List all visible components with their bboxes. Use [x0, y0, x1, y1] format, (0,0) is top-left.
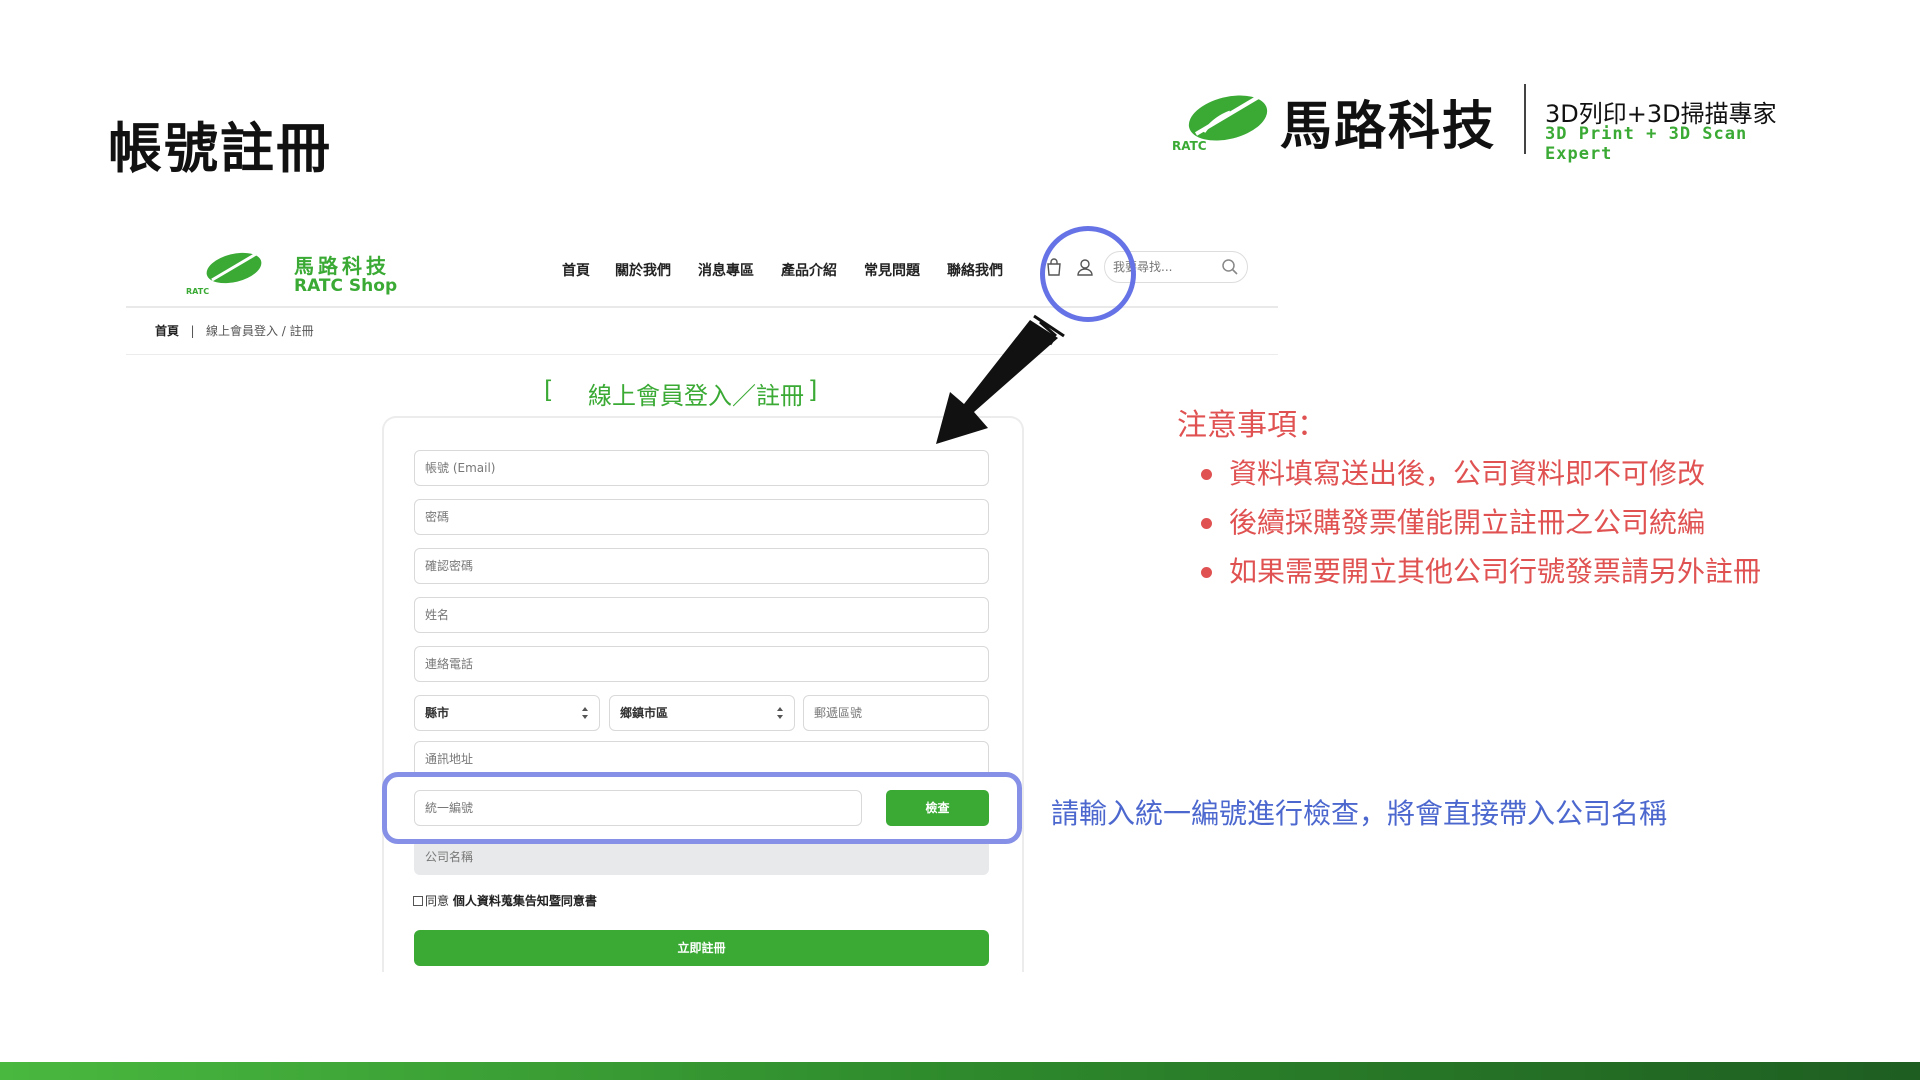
note-text: 後續採購發票僅能開立註冊之公司統編: [1229, 506, 1706, 539]
consent-row: 同意 個人資料蒐集告知暨同意書: [413, 892, 597, 909]
note-text: 如果需要開立其他公司行號發票請另外註冊: [1229, 555, 1762, 588]
select-arrows-icon: [582, 707, 588, 719]
form-title-bracket-open: [: [544, 376, 554, 404]
breadcrumb-current: 線上會員登入 / 註冊: [205, 324, 314, 338]
search-icon[interactable]: [1221, 258, 1239, 276]
breadcrumb: 首頁 | 線上會員登入 / 註冊: [155, 322, 314, 339]
note-text: 資料填寫送出後，公司資料即不可修改: [1229, 457, 1706, 490]
nav-about[interactable]: 關於我們: [615, 260, 671, 280]
brand-divider: [1524, 84, 1526, 154]
tax-id-tip: 請輸入統一編號進行檢查，將會直接帶入公司名稱: [1051, 797, 1668, 830]
note-item: 後續採購發票僅能開立註冊之公司統編: [1177, 505, 1877, 554]
nav-contact[interactable]: 聯絡我們: [947, 260, 1003, 280]
district-select[interactable]: 鄉鎮市區: [609, 695, 795, 731]
form-title-bracket-close: ]: [808, 376, 818, 404]
leaf-logo-icon: RATC: [1172, 94, 1268, 153]
email-field[interactable]: [414, 450, 989, 486]
breadcrumb-divider: [126, 354, 1278, 355]
slide-title: 帳號註冊: [108, 117, 332, 180]
bullet-dot-icon: [1201, 469, 1212, 480]
nav-home[interactable]: 首頁: [562, 260, 590, 280]
note-item: 資料填寫送出後，公司資料即不可修改: [1177, 456, 1877, 505]
phone-field[interactable]: [414, 646, 989, 682]
consent-checkbox[interactable]: [413, 896, 423, 906]
brand-name: 馬路科技: [1280, 97, 1497, 157]
district-select-value: 鄉鎮市區: [620, 706, 669, 720]
select-arrows-icon: [777, 707, 783, 719]
company-name-field: [414, 839, 989, 875]
brand-slogan-en: 3D Print + 3D Scan Expert: [1545, 124, 1748, 164]
city-select-value: 縣市: [425, 706, 450, 720]
register-button[interactable]: 立即註冊: [414, 930, 989, 966]
brand-logo: RATC 馬路科技 3D列印+3D掃描專家 3D Print + 3D Scan…: [1168, 82, 1788, 166]
highlight-rectangle: [382, 772, 1022, 844]
brand-tag: RATC: [1172, 139, 1207, 153]
notes-title: 注意事項：: [1177, 408, 1327, 443]
note-item: 如果需要開立其他公司行號發票請另外註冊: [1177, 554, 1877, 603]
website-screenshot: RATC 馬路科技 RATC Shop 首頁 關於我們 消息專區 產品介紹 常見…: [126, 228, 1278, 972]
site-logo-tag: RATC: [186, 287, 209, 296]
bottom-gradient-bar: [0, 1062, 1920, 1080]
confirm-password-field[interactable]: [414, 548, 989, 584]
breadcrumb-separator: |: [190, 324, 195, 338]
form-title-text: 線上會員登入／註冊: [588, 382, 804, 410]
breadcrumb-home[interactable]: 首頁: [155, 324, 179, 338]
slide: 帳號註冊 RATC 馬路科技 3D列印+3D掃描專家 3D Print + 3D…: [0, 0, 1920, 1080]
city-select[interactable]: 縣市: [414, 695, 600, 731]
password-field[interactable]: [414, 499, 989, 535]
consent-prefix: 同意: [425, 894, 450, 908]
nav-faq[interactable]: 常見問題: [864, 260, 920, 280]
arrow-icon: [936, 314, 1065, 444]
notes-list: 資料填寫送出後，公司資料即不可修改 後續採購發票僅能開立註冊之公司統編 如果需要…: [1177, 456, 1877, 603]
bullet-dot-icon: [1201, 518, 1212, 529]
nav-products[interactable]: 產品介紹: [781, 260, 837, 280]
bullet-dot-icon: [1201, 567, 1212, 578]
consent-link[interactable]: 個人資料蒐集告知暨同意書: [453, 894, 597, 908]
zipcode-field[interactable]: [803, 695, 989, 731]
name-field[interactable]: [414, 597, 989, 633]
nav-news[interactable]: 消息專區: [698, 260, 754, 280]
notes-panel: 注意事項： 資料填寫送出後，公司資料即不可修改 後續採購發票僅能開立註冊之公司統…: [1177, 400, 1877, 603]
